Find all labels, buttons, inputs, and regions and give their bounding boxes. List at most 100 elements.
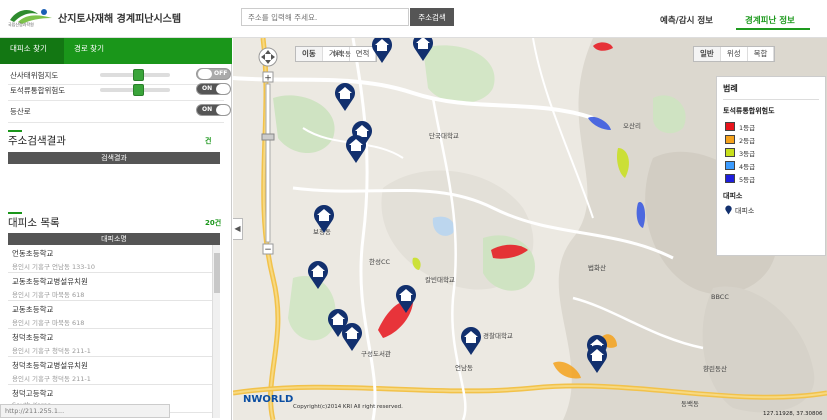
layer-label: 등산로 [10, 107, 31, 116]
tab-route-find[interactable]: 경로 찾기 [64, 38, 128, 64]
list-item[interactable]: 언동초등학교용인시 기흥구 언남동 133-10 [8, 245, 212, 273]
shelter-list-count: 20건 [205, 219, 222, 227]
nav-monitor-info[interactable]: 예측/감시 정보 [660, 14, 713, 26]
opacity-slider[interactable] [100, 69, 170, 81]
slider-thumb[interactable] [133, 84, 144, 96]
header: 국립산림과학원 산지토사재해 경계피난시스템 주소검색 예측/감시 정보 경계피… [0, 0, 827, 38]
toggle-label: OFF [214, 70, 228, 77]
place-label: 법화산 [588, 264, 606, 272]
list-item[interactable]: 청덕초등학교용인시 기흥구 청덕동 211-1 [8, 329, 212, 357]
legend-level-label: 3등급 [739, 150, 756, 158]
layer-label: 산사태위험지도 [10, 71, 59, 80]
toggle-label: ON [202, 106, 213, 113]
shelter-name: 교동초등학교병설유치원 [12, 277, 88, 286]
zoom-control[interactable]: + − [257, 46, 279, 256]
legend-title: 범례 [723, 84, 738, 93]
shelter-marker-icon[interactable] [345, 134, 367, 164]
panel-tabs: 대피소 찾기 경로 찾기 [0, 38, 232, 64]
list-scrollbar[interactable] [212, 245, 220, 418]
place-label: 언남동 [455, 364, 473, 372]
legend-shelter-title: 대피소 [723, 192, 743, 200]
base-map-type-buttons: 일반 위성 복합 [693, 46, 776, 62]
legend-level-row: 4등급 [723, 159, 819, 172]
toggle-label: ON [202, 85, 213, 92]
shelter-list-header: 대피소명 [8, 233, 220, 245]
shelter-marker-icon[interactable] [460, 326, 482, 356]
shelter-address: 용인시 기흥구 언남동 133-10 [12, 263, 96, 271]
toggle-knob [216, 105, 230, 115]
legend-level-row: 5등급 [723, 172, 819, 185]
map-view[interactable]: ◀ + − 이동 거리 면적 일반 위성 복합 단국대학교 한성CC 칼빈대학교 구성도… [233, 38, 827, 420]
shelter-marker-icon[interactable] [586, 344, 608, 374]
basemap-normal-button[interactable]: 일반 [694, 47, 721, 61]
layer-toggle[interactable]: OFF [196, 68, 231, 80]
legend-swatch [725, 148, 735, 157]
address-search-input[interactable] [241, 8, 409, 26]
section-accent-mark [8, 212, 22, 214]
svg-text:−: − [264, 245, 272, 255]
place-label: 단국대학교 [429, 132, 459, 140]
legend-shelter-label: 대피소 [735, 207, 755, 215]
legend-subtitle: 토석류통합위험도 [723, 107, 775, 115]
shelter-name: 언동초등학교 [12, 249, 54, 258]
legend-level-label: 4등급 [739, 163, 756, 171]
app-title: 산지토사재해 경계피난시스템 [58, 14, 182, 25]
status-url: http://211.255.1... [0, 404, 170, 418]
list-item[interactable]: 교동초등학교병설유치원용인시 기흥구 마북동 618 [8, 273, 212, 301]
place-label: 한성CC [369, 258, 391, 266]
search-result-title: 주소검색결과 [8, 135, 66, 147]
map-coordinates: 127.11928, 37.30806 [763, 411, 823, 417]
layer-toggle[interactable]: ON [196, 104, 231, 116]
mode-pan-button[interactable]: 이동 [296, 47, 323, 61]
shelter-marker-icon[interactable] [313, 204, 335, 234]
scrollbar-thumb[interactable] [214, 253, 220, 293]
list-item[interactable]: 교동초등학교 용인시 기흥구 마북동 618 [8, 301, 212, 329]
place-label: 칼빈대학교 [425, 276, 455, 284]
slider-thumb[interactable] [133, 69, 144, 81]
svg-text:+: + [264, 74, 272, 84]
shelter-address: 용인시 기흥구 청덕동 211-1 [12, 375, 91, 383]
divider [8, 122, 224, 123]
legend-shelter-row: 대피소 [723, 205, 819, 217]
layer-toggle[interactable]: ON [196, 83, 231, 95]
section-accent-mark [8, 130, 22, 132]
place-label: 동백동 [681, 400, 699, 408]
legend-swatch [725, 174, 735, 183]
toggle-knob [216, 84, 230, 94]
shelter-address: 용인시 기흥구 마북동 618 [12, 291, 85, 299]
list-item[interactable]: 청덕초등학교병설유치원용인시 기흥구 청덕동 211-1 [8, 357, 212, 385]
legend-level-row: 1등급 [723, 120, 819, 133]
basemap-satellite-button[interactable]: 위성 [721, 47, 748, 61]
shelter-marker-icon[interactable] [341, 322, 363, 352]
shelter-list: 언동초등학교 용인시 기흥구 언남동 133-10 교동초등학교병설유치원 용인시 … [8, 245, 212, 418]
tab-evac-find[interactable]: 대피소 찾기 [0, 38, 64, 64]
shelter-marker-icon[interactable] [412, 38, 434, 62]
address-search-button[interactable]: 주소검색 [410, 8, 454, 26]
place-label: 경찰대학교 [483, 332, 513, 340]
legend-swatch [725, 122, 735, 131]
shelter-name: 청덕초등학교 [12, 333, 54, 342]
layer-row-debris-flow: 토석류통합위험도 ON [10, 83, 231, 97]
shelter-name: 청덕초등학교병설유치원 [12, 361, 88, 370]
legend-swatch [725, 135, 735, 144]
divider [723, 99, 819, 100]
place-label: 향린동산 [703, 365, 727, 373]
legend-level-label: 5등급 [739, 176, 756, 184]
shelter-marker-icon[interactable] [395, 284, 417, 314]
shelter-marker-icon[interactable] [307, 260, 329, 290]
legend-level-row: 3등급 [723, 146, 819, 159]
shelter-marker-icon[interactable] [371, 38, 393, 64]
basemap-hybrid-button[interactable]: 복합 [748, 47, 775, 61]
place-label: 오산리 [623, 122, 641, 130]
panel-collapse-handle[interactable]: ◀ [233, 218, 243, 240]
place-label: BBCC [711, 293, 729, 301]
layer-row-trails: 등산로 ON [10, 104, 231, 118]
shelter-address: 용인시 기흥구 청덕동 211-1 [12, 347, 91, 355]
map-brand-logo: NWORLD [243, 394, 294, 405]
opacity-slider[interactable] [100, 84, 170, 96]
nav-evac-info[interactable]: 경계피난 정보 [745, 14, 795, 26]
shelter-marker-icon[interactable] [334, 82, 356, 112]
shelter-address: 용인시 기흥구 마북동 618 [12, 319, 85, 327]
search-result-count: 건 [205, 137, 212, 145]
toggle-knob [198, 69, 212, 79]
